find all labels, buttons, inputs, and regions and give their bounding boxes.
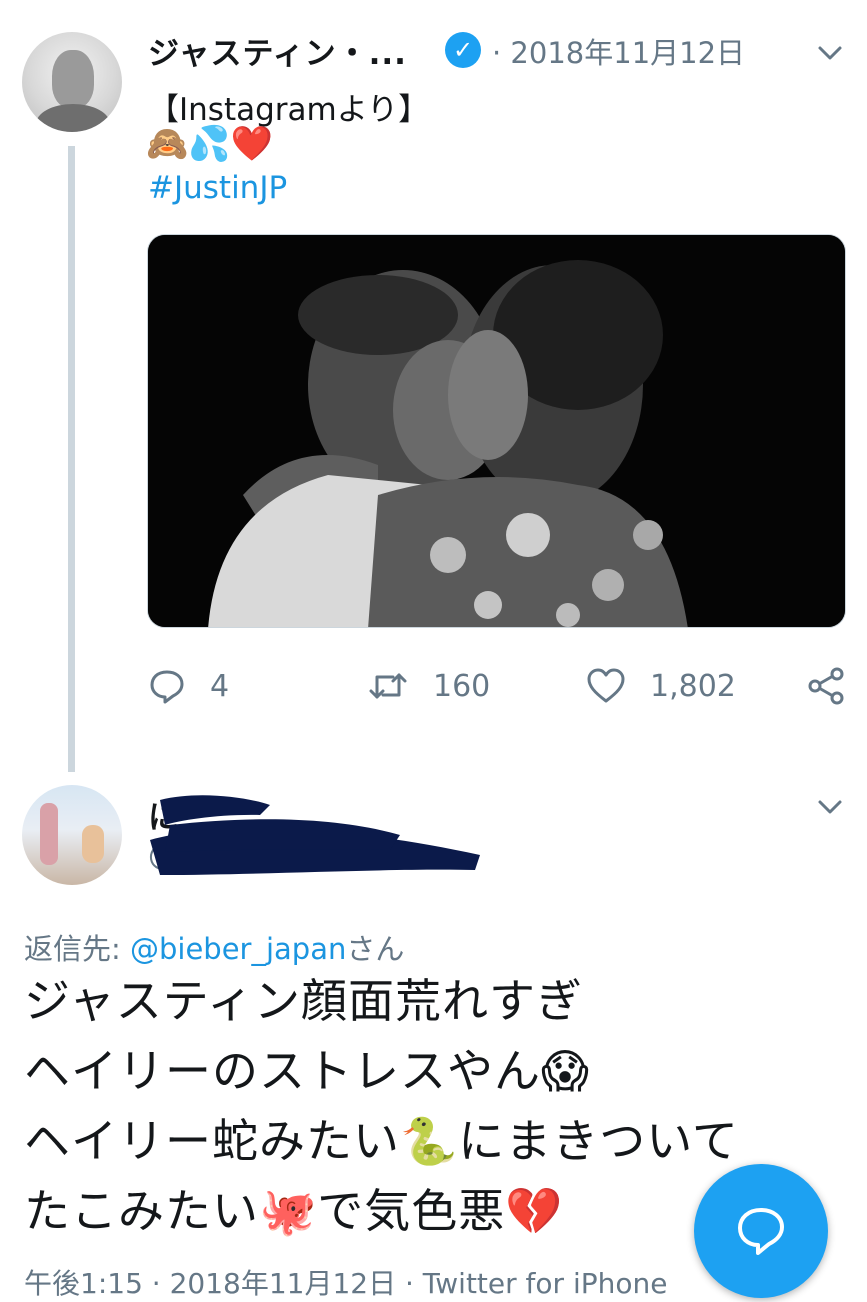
reply-to-label: 返信先: [24, 932, 130, 966]
share-button[interactable] [806, 666, 867, 706]
avatar-figure [40, 803, 58, 865]
tweet-text-line: 【Instagramより】 [148, 92, 430, 128]
tweet-emoji-line: 🙈💦❤️ [146, 124, 274, 164]
retweet-icon [369, 673, 407, 699]
share-icon [808, 667, 844, 705]
reply-icon [150, 670, 184, 704]
avatar-shoulders [36, 104, 110, 132]
reply-text-line: ジャスティン顔面荒れすぎ [24, 974, 583, 1028]
retweet-button[interactable]: 160 [367, 666, 490, 706]
avatar-figure [82, 825, 104, 863]
reply-to-suffix: さん [346, 932, 405, 966]
reply-author-avatar[interactable] [22, 785, 122, 885]
thread-connector-line [68, 146, 75, 772]
tweet-date[interactable]: · 2018年11月12日 [492, 30, 745, 72]
hashtag-link[interactable]: #JustinJP [148, 170, 287, 206]
like-button[interactable]: 1,802 [586, 666, 736, 706]
verified-badge-icon: ✓ [445, 32, 481, 68]
author-avatar[interactable] [22, 32, 122, 132]
reply-text-line: ヘイリーのストレスやん😱 [24, 1044, 590, 1098]
reply-to-line: 返信先: @bieber_japanさん [24, 926, 404, 968]
avatar-face [52, 50, 94, 108]
compose-reply-button[interactable] [694, 1164, 828, 1298]
chevron-down-icon[interactable] [815, 38, 845, 68]
reply-text: ジャスティン顔面荒れすぎ ヘイリーのストレスやん😱 ヘイリー蛇みたい🐍にまきつい… [24, 966, 739, 1246]
tweet-photo[interactable] [147, 234, 846, 628]
heart-icon [587, 668, 625, 703]
reply-text-line: たこみたい🐙で気色悪💔 [24, 1184, 564, 1238]
like-count: 1,802 [650, 668, 736, 704]
author-name[interactable]: ジャスティン・... [148, 28, 407, 73]
photo-illustration [148, 235, 845, 627]
compose-reply-icon [738, 1208, 784, 1255]
reply-text-line: ヘイリー蛇みたい🐍にまきついて [24, 1114, 739, 1168]
reply-count: 4 [210, 668, 230, 704]
redaction-scribble [150, 795, 480, 875]
retweet-count: 160 [433, 668, 491, 704]
chevron-down-icon[interactable] [815, 792, 845, 822]
reply-timestamp: 午後1:15 · 2018年11月12日 · Twitter for iPhon… [24, 1267, 668, 1300]
reply-to-mention[interactable]: @bieber_japan [130, 932, 346, 966]
reply-button[interactable]: 4 [148, 666, 229, 706]
